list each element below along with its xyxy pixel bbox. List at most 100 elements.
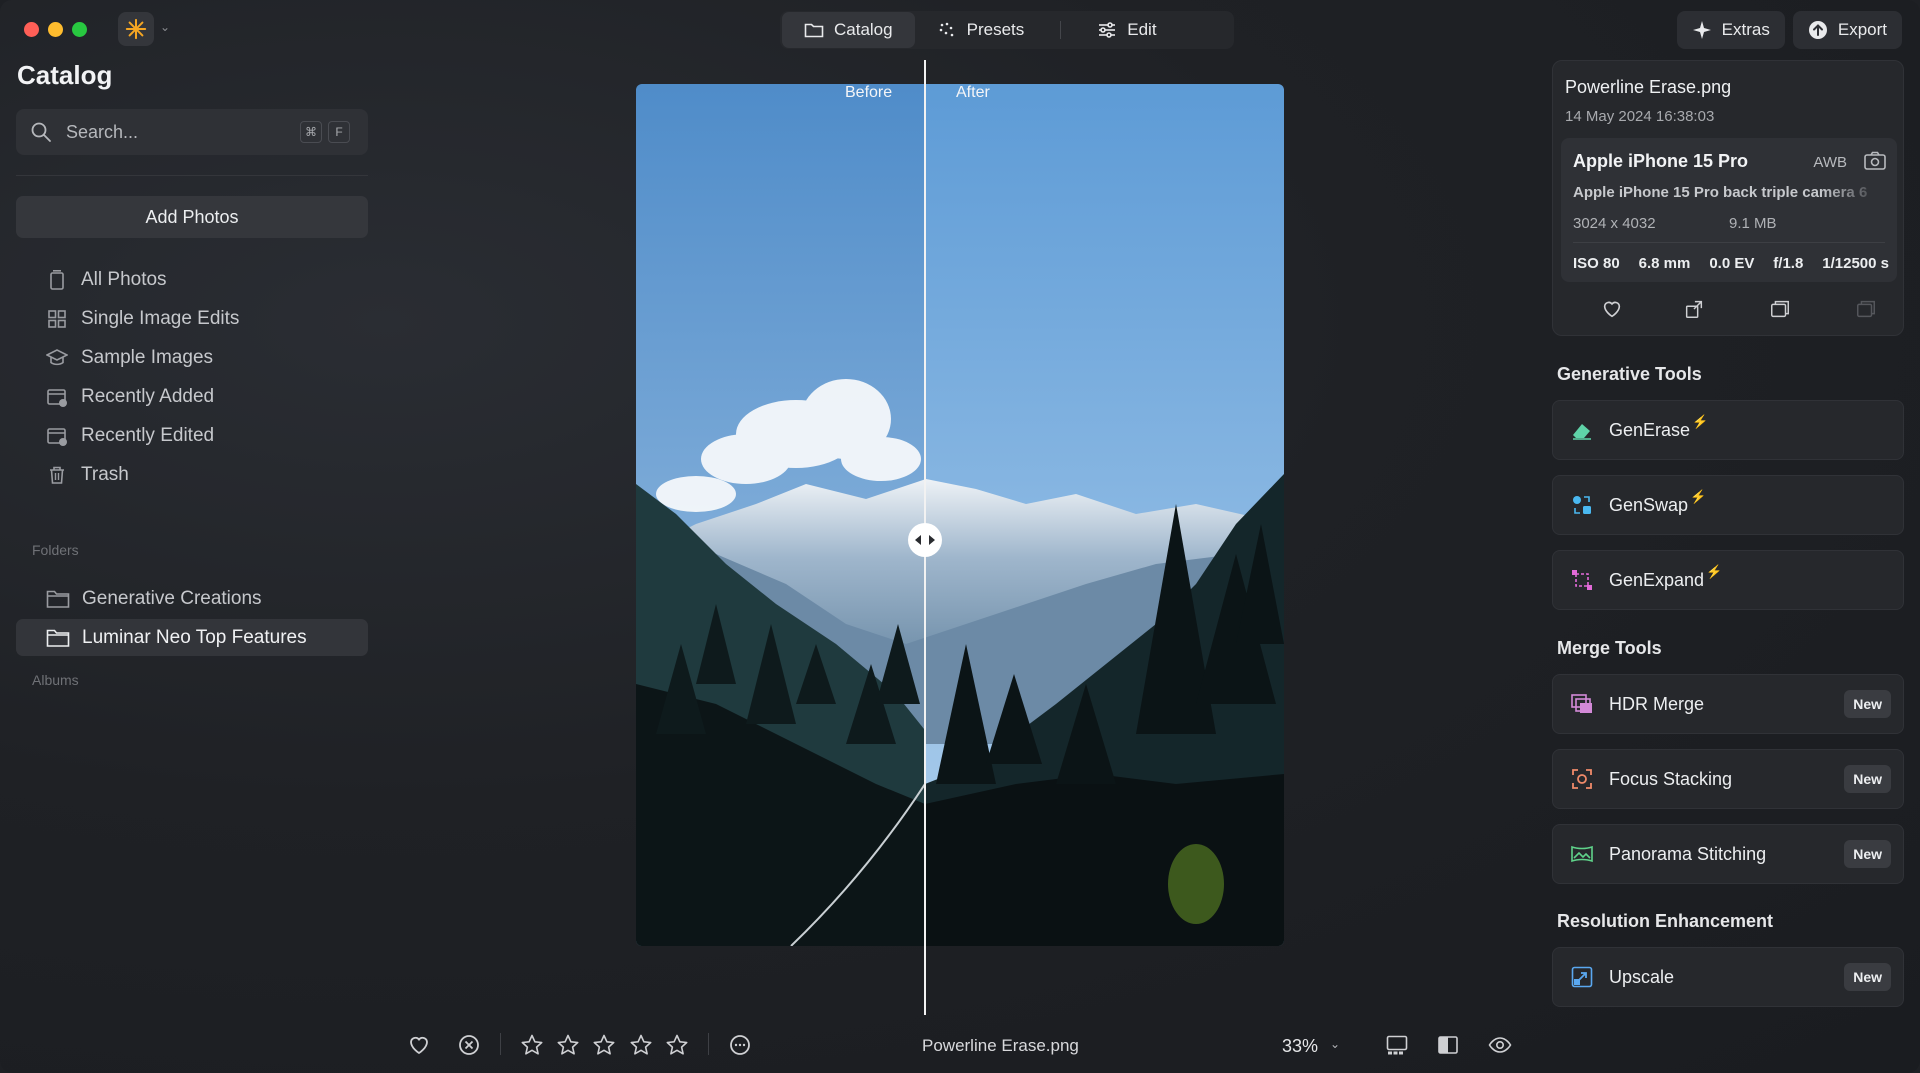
star-rating-2[interactable] xyxy=(555,1032,581,1058)
exif-aperture: f/1.8 xyxy=(1773,255,1804,272)
camera-info-divider xyxy=(1573,242,1885,243)
tool-label: GenExpand xyxy=(1609,569,1705,590)
toolbar-divider xyxy=(708,1033,709,1055)
app-menu-button[interactable] xyxy=(118,12,154,46)
new-badge: New xyxy=(1844,963,1891,991)
zoom-level[interactable]: 33% xyxy=(1282,1036,1318,1057)
landscape-photo xyxy=(636,84,1284,946)
info-favorite-button[interactable] xyxy=(1599,296,1625,322)
grid-icon xyxy=(48,309,66,328)
export-button[interactable]: Export xyxy=(1792,11,1902,49)
star-icon xyxy=(557,1034,579,1055)
upscale-icon xyxy=(1569,964,1595,990)
add-photos-button[interactable]: Add Photos xyxy=(16,196,368,238)
chevron-down-icon[interactable]: ⌄ xyxy=(1330,1037,1340,1051)
sparkle-icon xyxy=(1692,21,1711,39)
sidebar-item-label: All Photos xyxy=(81,268,167,290)
sidebar-item-label: Single Image Edits xyxy=(81,307,240,329)
focus-stacking-button[interactable]: Focus Stacking New xyxy=(1552,749,1904,809)
white-balance: AWB xyxy=(1813,154,1847,171)
info-actions xyxy=(1553,296,1905,326)
sidebar-item-single-image-edits[interactable]: Single Image Edits xyxy=(16,299,368,338)
star-rating-5[interactable] xyxy=(664,1032,690,1058)
generative-tools-heading: Generative Tools xyxy=(1557,364,1702,384)
duplicate-button[interactable] xyxy=(1767,296,1793,322)
reject-button[interactable] xyxy=(456,1032,482,1058)
exif-row: ISO 80 6.8 mm 0.0 EV f/1.8 1/12500 s xyxy=(1573,255,1889,272)
search-input[interactable] xyxy=(66,121,286,143)
extras-button[interactable]: Extras xyxy=(1676,11,1785,49)
favorite-button[interactable] xyxy=(406,1032,432,1058)
trash-icon xyxy=(50,466,64,484)
photo-preview[interactable] xyxy=(636,84,1284,946)
star-rating-3[interactable] xyxy=(591,1032,617,1058)
sidebar-item-recently-edited[interactable]: Recently Edited xyxy=(16,416,368,455)
info-filename: Powerline Erase.png xyxy=(1565,77,1732,97)
genexpand-button[interactable]: GenExpand ⚡ xyxy=(1552,550,1904,610)
star-icon xyxy=(521,1034,543,1055)
split-arrows-icon xyxy=(915,535,935,545)
star-rating-1[interactable] xyxy=(519,1032,545,1058)
duplicate-icon xyxy=(1771,300,1789,318)
top-actions: Extras Export xyxy=(1676,11,1902,49)
new-badge: New xyxy=(1844,690,1891,718)
tab-presets-label: Presets xyxy=(966,20,1025,39)
exif-exposure: 0.0 EV xyxy=(1709,255,1755,272)
compare-toggle-button[interactable] xyxy=(1435,1032,1461,1058)
chevron-down-icon[interactable]: ⌄ xyxy=(160,20,170,34)
tab-catalog[interactable]: Catalog xyxy=(782,12,915,48)
resolution-enhancement-heading: Resolution Enhancement xyxy=(1557,911,1774,931)
before-label: Before xyxy=(845,84,893,101)
star-rating-4[interactable] xyxy=(628,1032,654,1058)
camera-icon xyxy=(1864,151,1886,170)
mode-switcher: Catalog Presets Edit xyxy=(780,11,1234,49)
hdr-merge-button[interactable]: HDR Merge New xyxy=(1552,674,1904,734)
tab-edit-label: Edit xyxy=(1127,20,1157,39)
tool-label: Focus Stacking xyxy=(1609,768,1733,789)
search-box[interactable]: ⌘ F xyxy=(16,109,368,155)
share-button[interactable] xyxy=(1681,296,1707,322)
sidebar-item-label: Recently Added xyxy=(81,385,215,407)
more-options-button[interactable] xyxy=(727,1032,753,1058)
hdr-icon xyxy=(1569,691,1595,717)
zoom-window-button[interactable] xyxy=(72,22,87,37)
new-badge: New xyxy=(1844,765,1891,793)
folder-icon xyxy=(46,590,70,608)
filmstrip-icon xyxy=(1386,1035,1408,1055)
genswap-button[interactable]: GenSwap ⚡ xyxy=(1552,475,1904,535)
image-resolution: 3024 x 4032 xyxy=(1573,215,1656,232)
sidebar-item-recently-added[interactable]: Recently Added xyxy=(16,377,368,416)
folder-item-luminar-neo-top-features[interactable]: Luminar Neo Top Features xyxy=(16,619,368,656)
upscale-button[interactable]: Upscale New xyxy=(1552,947,1904,1007)
tab-edit[interactable]: Edit xyxy=(1075,12,1178,48)
sidebar-item-label: Recently Edited xyxy=(81,424,215,446)
tab-presets[interactable]: Presets xyxy=(915,12,1047,48)
star-icon xyxy=(666,1034,688,1055)
compare-split-handle[interactable] xyxy=(908,523,942,557)
generase-button[interactable]: GenErase ⚡ xyxy=(1552,400,1904,460)
window-controls xyxy=(24,22,87,37)
after-label: After xyxy=(956,84,990,101)
upload-circle-icon xyxy=(1808,21,1827,39)
tool-label: Panorama Stitching xyxy=(1609,843,1767,864)
app-window: ⌄ Catalog Presets Edit Extras Export Cat… xyxy=(0,0,1920,1073)
bolt-icon: ⚡ xyxy=(1706,564,1723,579)
calendar-plus-icon xyxy=(47,388,67,407)
close-window-button[interactable] xyxy=(24,22,39,37)
image-info-card: Powerline Erase.png 14 May 2024 16:38:03… xyxy=(1552,60,1904,336)
search-icon xyxy=(31,122,51,142)
sidebar-item-trash[interactable]: Trash xyxy=(16,455,368,494)
folder-item-label: Luminar Neo Top Features xyxy=(82,626,307,648)
filmstrip-toggle-button[interactable] xyxy=(1384,1032,1410,1058)
tab-catalog-label: Catalog xyxy=(834,20,893,39)
exif-iso: ISO 80 xyxy=(1573,255,1620,272)
swap-icon xyxy=(1569,492,1595,518)
folder-icon xyxy=(46,629,70,647)
shortcut-f-key: F xyxy=(328,121,350,143)
sidebar-item-all-photos[interactable]: All Photos xyxy=(16,260,368,299)
panorama-stitching-button[interactable]: Panorama Stitching New xyxy=(1552,824,1904,884)
preview-toggle-button[interactable] xyxy=(1487,1032,1513,1058)
sidebar-item-sample-images[interactable]: Sample Images xyxy=(16,338,368,377)
minimize-window-button[interactable] xyxy=(48,22,63,37)
folder-item-generative-creations[interactable]: Generative Creations xyxy=(16,580,368,617)
